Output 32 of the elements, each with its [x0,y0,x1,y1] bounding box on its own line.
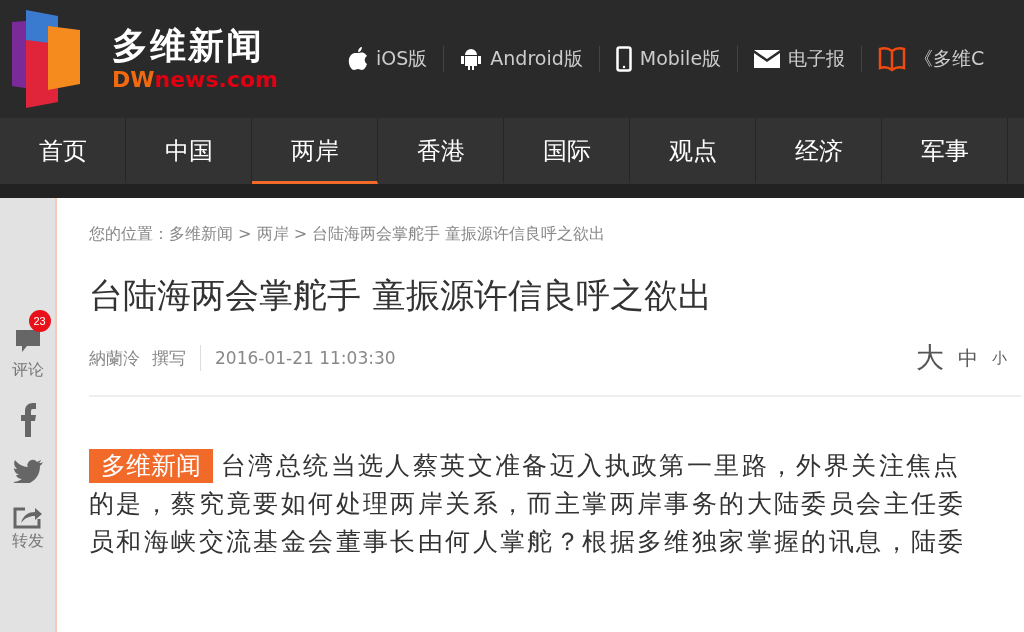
article-text-line: 员和海峡交流基金会董事长由何人掌舵？根据多维独家掌握的讯息，陆委 [89,526,966,558]
author-name: 納蘭泠 [89,346,140,370]
article-title: 台陆海两会掌舵手 童振源许信良呼之欲出 [89,274,713,317]
comment-label[interactable]: 评论 [11,360,44,381]
apple-icon [348,47,368,71]
top-link[interactable]: iOS版 [348,46,428,72]
font-size-button[interactable]: 大 [916,339,944,377]
article-text-line: 的是，蔡究竟要如何处理两岸关系，而主掌两岸事务的大陆委员会主任委 [89,488,966,520]
font-size-button[interactable]: 小 [992,348,1007,368]
share-icon[interactable] [12,505,43,529]
breadcrumb: 您的位置：多维新闻 > 两岸 > 台陆海两会掌舵手 童振源许信良呼之欲出 [89,224,607,245]
source-tag: 多维新闻 [89,449,213,483]
top-link[interactable]: 《多维C [878,46,985,72]
top-link[interactable]: Mobile版 [615,46,722,72]
publish-date: 2016-01-21 11:03:30 [215,348,396,368]
share-label[interactable]: 转发 [11,531,44,552]
logo-domain: news.com [154,67,278,92]
font-size-button[interactable]: 中 [958,344,978,372]
top-link[interactable]: Android版 [460,46,583,72]
book-icon [878,46,907,72]
logo-name: 多维新闻 [112,25,265,67]
logo-domain-prefix: DW [112,67,155,92]
facebook-icon[interactable] [19,403,36,437]
phone-icon [615,46,632,72]
top-link[interactable]: 电子报 [754,46,846,72]
comment-icon[interactable] [14,328,41,354]
article-text-line: 台湾总统当选人蔡英文准备迈入执政第一里路，外界关注焦点 [221,450,961,482]
author-role: 撰写 [152,346,186,370]
comment-count-badge: 23 [28,310,51,332]
mail-icon [754,50,781,68]
twitter-icon[interactable] [12,459,43,483]
android-icon [460,47,483,71]
